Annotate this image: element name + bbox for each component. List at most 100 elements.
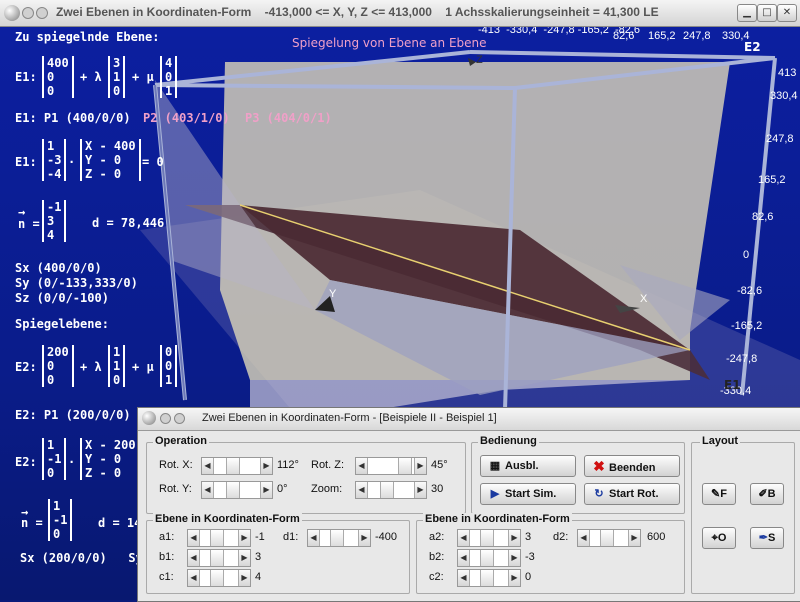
- a1-label: a1:: [159, 531, 175, 543]
- rot-x-thumb[interactable]: [226, 458, 240, 474]
- ebene1-group: Ebene in Koordinaten-Form a1: ◀ ▶ -1 b1:…: [146, 513, 410, 594]
- a1-slider[interactable]: ◀ ▶: [187, 529, 251, 547]
- e1-point-1: E1: P1 (400/0/0): [15, 111, 131, 125]
- c2-slider[interactable]: ◀ ▶: [457, 569, 521, 587]
- e1-xyz-vector: X - 400 Y - 0Z - 0: [80, 139, 141, 181]
- d2-slider[interactable]: ◀ ▶: [577, 529, 641, 547]
- e1-plus-lambda: + λ: [80, 70, 102, 84]
- d2-right-arrow[interactable]: ▶: [628, 530, 640, 546]
- d1-slider[interactable]: ◀ ▶: [307, 529, 371, 547]
- start-rot-button[interactable]: ↻ Start Rot.: [584, 483, 680, 505]
- axis-right-413: 413: [778, 67, 797, 79]
- layout-s-button[interactable]: ✒S: [750, 527, 784, 549]
- rot-y-thumb[interactable]: [226, 482, 240, 498]
- beenden-button[interactable]: ✖ Beenden: [584, 455, 680, 477]
- app-icon[interactable]: [4, 5, 20, 21]
- zoom-value: 30: [431, 483, 444, 495]
- d1-right-arrow[interactable]: ▶: [358, 530, 370, 546]
- a2-value: 3: [525, 531, 532, 543]
- zoom-thumb[interactable]: [380, 482, 394, 498]
- c1-thumb[interactable]: [210, 570, 224, 586]
- e2-dot: ·: [68, 455, 76, 469]
- e2-traces: Sx (200/0/0) Sy: [20, 551, 143, 565]
- axis-right-165: 165,2: [758, 174, 786, 186]
- a2-right-arrow[interactable]: ▶: [508, 530, 520, 546]
- close-x-icon: ✖: [593, 458, 605, 474]
- e2-plus-lambda: + λ: [80, 360, 102, 374]
- zoom-label: Zoom:: [311, 483, 343, 495]
- b2-thumb[interactable]: [480, 550, 494, 566]
- e2-normal-label: E2:: [15, 455, 37, 469]
- d1-label: d1:: [283, 531, 299, 543]
- d2-left-arrow[interactable]: ◀: [578, 530, 590, 546]
- rot-z-right-arrow[interactable]: ▶: [414, 458, 426, 474]
- maximize-button[interactable]: □: [757, 4, 777, 22]
- e2-normal-vector: 1 -1 0: [42, 438, 67, 480]
- b2-slider[interactable]: ◀ ▶: [457, 549, 521, 567]
- zoom-right-arrow[interactable]: ▶: [414, 482, 426, 498]
- rot-z-value: 45°: [431, 459, 448, 471]
- c2-thumb[interactable]: [480, 570, 494, 586]
- rot-y-left-arrow[interactable]: ◀: [202, 482, 214, 498]
- roll-up-icon[interactable]: [22, 7, 34, 19]
- b2-label: b2:: [429, 551, 445, 563]
- rot-z-thumb[interactable]: [398, 458, 412, 474]
- layout-o-button[interactable]: ⌖O: [702, 527, 736, 549]
- minimize-button[interactable]: ▁: [737, 4, 757, 22]
- dialog-title: Zwei Ebenen in Koordinaten-Form - [Beisp…: [202, 412, 497, 424]
- plane-label-e2: E2: [744, 40, 761, 54]
- e2-vector-1: 110: [108, 345, 126, 387]
- b1-thumb[interactable]: [210, 550, 224, 566]
- e1-point-3: P3 (404/0/1): [245, 111, 332, 125]
- rotate-icon: ↻: [594, 488, 604, 500]
- dialog-roll-icon[interactable]: [160, 413, 171, 424]
- b2-right-arrow[interactable]: ▶: [508, 550, 520, 566]
- c1-left-arrow[interactable]: ◀: [188, 570, 200, 586]
- axis-right-m82: -82,6: [737, 285, 763, 297]
- c1-slider[interactable]: ◀ ▶: [187, 569, 251, 587]
- dialog-pin-icon[interactable]: [174, 413, 185, 424]
- a2-thumb[interactable]: [480, 530, 494, 546]
- rot-x-right-arrow[interactable]: ▶: [260, 458, 272, 474]
- rot-x-slider[interactable]: ◀ ▶: [201, 457, 273, 475]
- c1-right-arrow[interactable]: ▶: [238, 570, 250, 586]
- d2-thumb[interactable]: [600, 530, 614, 546]
- e1-plus-mu: + μ: [132, 70, 154, 84]
- play-icon: ▶: [490, 488, 500, 500]
- rot-z-left-arrow[interactable]: ◀: [356, 458, 368, 474]
- scene-title: Spiegelung von Ebene an Ebene: [292, 36, 487, 50]
- c2-left-arrow[interactable]: ◀: [458, 570, 470, 586]
- layout-b-button[interactable]: ✐B: [750, 483, 784, 505]
- rot-y-slider[interactable]: ◀ ▶: [201, 481, 273, 499]
- a1-thumb[interactable]: [210, 530, 224, 546]
- rot-z-slider[interactable]: ◀ ▶: [355, 457, 427, 475]
- d1-left-arrow[interactable]: ◀: [308, 530, 320, 546]
- rot-x-left-arrow[interactable]: ◀: [202, 458, 214, 474]
- b1-left-arrow[interactable]: ◀: [188, 550, 200, 566]
- pin-icon[interactable]: [36, 7, 48, 19]
- d1-thumb[interactable]: [330, 530, 344, 546]
- b1-right-arrow[interactable]: ▶: [238, 550, 250, 566]
- rot-z-label: Rot. Z:: [311, 459, 345, 471]
- start-sim-button[interactable]: ▶ Start Sim.: [480, 483, 576, 505]
- e1-n-vector: -1 3 4: [42, 200, 67, 242]
- axis-right-m247: -247,8: [726, 353, 758, 365]
- dialog-title-bar: Zwei Ebenen in Koordinaten-Form - [Beisp…: [138, 408, 800, 431]
- a1-right-arrow[interactable]: ▶: [238, 530, 250, 546]
- b1-slider[interactable]: ◀ ▶: [187, 549, 251, 567]
- c1-value: 4: [255, 571, 262, 583]
- zoom-slider[interactable]: ◀ ▶: [355, 481, 427, 499]
- close-button[interactable]: ✕: [777, 4, 797, 22]
- ausbl-button[interactable]: ▦ Ausbl.: [480, 455, 576, 477]
- a2-slider[interactable]: ◀ ▶: [457, 529, 521, 547]
- b2-left-arrow[interactable]: ◀: [458, 550, 470, 566]
- layout-f-button[interactable]: ✎F: [702, 483, 736, 505]
- dialog-icon[interactable]: [142, 411, 156, 425]
- a1-left-arrow[interactable]: ◀: [188, 530, 200, 546]
- zoom-left-arrow[interactable]: ◀: [356, 482, 368, 498]
- rot-y-right-arrow[interactable]: ▶: [260, 482, 272, 498]
- rot-y-label: Rot. Y:: [159, 483, 192, 495]
- a2-left-arrow[interactable]: ◀: [458, 530, 470, 546]
- e1-normal-vector: 1 -3 -4: [42, 139, 67, 181]
- c2-right-arrow[interactable]: ▶: [508, 570, 520, 586]
